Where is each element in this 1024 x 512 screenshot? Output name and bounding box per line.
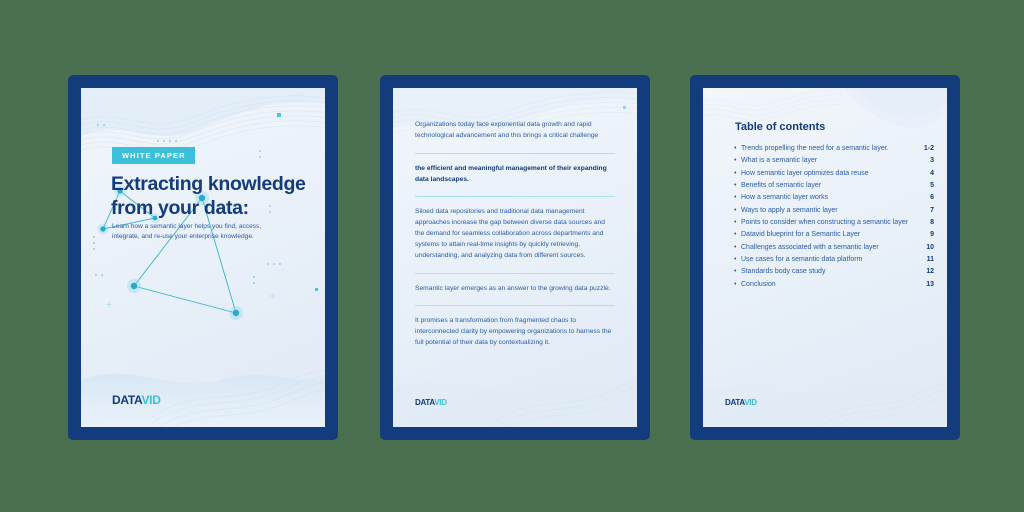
body-paragraph-2: the efficient and meaningful management …	[415, 164, 607, 183]
toc-entry-label: What is a semantic layer	[741, 157, 818, 165]
toc-entry[interactable]: • Ways to apply a semantic layer 7	[734, 205, 934, 216]
toc-entry[interactable]: • Use cases for a semantic data platform 1…	[734, 254, 934, 265]
logo-text-data: DATA	[725, 398, 745, 407]
toc-entry-page-number: 7	[930, 206, 934, 214]
bullet-icon: •	[734, 181, 737, 189]
document-page-toc[interactable]: Table of contents • Trends propelling the…	[690, 75, 960, 440]
bullet-icon: •	[734, 145, 737, 152]
toc-entry-label: Ways to apply a semantic layer	[741, 206, 838, 214]
bullet-icon: •	[734, 280, 737, 288]
toc-entry-label: Datavid blueprint for a Semantic Layer	[741, 231, 861, 239]
screenshot-stage: WHITE PAPER Extracting knowledge from yo…	[0, 0, 1024, 512]
toc-entry-label: How a semantic layer works	[741, 194, 829, 202]
toc-entry[interactable]: • What is a semantic layer 3	[734, 155, 934, 166]
toc-entry[interactable]: • Benefits of semantic layer 5	[734, 180, 934, 191]
toc-entry[interactable]: • Datavid blueprint for a Semantic Layer 9	[734, 229, 934, 240]
body-text-block: Organizations today face exponential dat…	[415, 120, 615, 349]
toc-entry[interactable]: • Trends propelling the need for a semant…	[734, 143, 934, 154]
toc-paper: Table of contents • Trends propelling the…	[703, 88, 947, 427]
toc-entry-page-number: 8	[930, 218, 934, 226]
toc-entry-label: Trends propelling the need for a semanti…	[741, 145, 889, 152]
toc-entry-page-number: 12	[926, 268, 934, 276]
toc-heading: Table of contents	[735, 121, 826, 133]
title-line-2: from your data:	[111, 196, 249, 219]
datavid-logo-toc: DATAVID	[725, 398, 757, 407]
toc-entry-page-number: 1-2	[923, 145, 934, 152]
logo-text-vid: VID	[744, 398, 757, 407]
toc-entry[interactable]: • Points to consider when constructing a …	[734, 217, 934, 228]
cover-decoration	[81, 88, 325, 427]
toc-entry-page-number: 4	[930, 169, 934, 177]
toc-entry-page-number: 3	[930, 157, 934, 165]
document-page-cover[interactable]: WHITE PAPER Extracting knowledge from yo…	[68, 75, 338, 440]
divider-3	[415, 272, 615, 274]
toc-entry[interactable]: • How semantic layer optimizes data reuse…	[734, 168, 934, 179]
white-paper-badge: WHITE PAPER	[112, 147, 195, 164]
toc-entry-page-number: 6	[930, 194, 934, 202]
toc-entry-label: Challenges associated with a semantic la…	[741, 243, 879, 251]
cover-paper: WHITE PAPER Extracting knowledge from yo…	[81, 88, 325, 427]
bullet-icon: •	[734, 255, 737, 263]
document-page-body[interactable]: Organizations today face exponential dat…	[380, 75, 650, 440]
toc-entry-label: Benefits of semantic layer	[741, 181, 822, 189]
toc-entry[interactable]: • Challenges associated with a semantic l…	[734, 242, 934, 253]
logo-text-vid: VID	[141, 393, 161, 407]
toc-entry[interactable]: • Conclusion 13	[734, 279, 934, 290]
divider-2	[415, 196, 615, 198]
logo-text-data: DATA	[415, 398, 435, 407]
bullet-icon: •	[734, 157, 737, 165]
toc-entry-label: Points to consider when constructing a s…	[741, 218, 908, 226]
body-paragraph-5: It promises a transformation from fragme…	[415, 317, 612, 347]
cover-subtitle: Learn how a semantic layer helps you fin…	[112, 223, 262, 241]
toc-entry[interactable]: • Standards body case study 12	[734, 266, 934, 277]
bullet-icon: •	[734, 268, 737, 276]
toc-entry-page-number: 13	[926, 280, 934, 288]
body-paragraph-1: Organizations today face exponential dat…	[415, 121, 599, 139]
bullet-icon: •	[734, 169, 737, 177]
toc-entry-page-number: 10	[926, 243, 934, 251]
divider-1	[415, 152, 615, 154]
datavid-logo: DATAVID	[112, 393, 161, 407]
toc-entry[interactable]: • How a semantic layer works 6	[734, 192, 934, 203]
toc-entry-label: Use cases for a semantic data platform	[741, 255, 863, 263]
bullet-icon: •	[734, 194, 737, 202]
toc-entry-label: Conclusion	[741, 280, 776, 288]
body-paragraph-3: Siloed data repositories and traditional…	[415, 208, 605, 259]
bullet-icon: •	[734, 206, 737, 214]
bullet-icon: •	[734, 243, 737, 251]
datavid-logo-body: DATAVID	[415, 398, 447, 407]
toc-entry-page-number: 5	[930, 181, 934, 189]
toc-entry-label: Standards body case study	[741, 268, 826, 276]
bullet-icon: •	[734, 218, 737, 226]
toc-list: • Trends propelling the need for a semant…	[734, 143, 934, 291]
divider-4	[415, 305, 615, 307]
toc-entry-page-number: 11	[926, 255, 934, 263]
bullet-icon: •	[734, 231, 737, 239]
logo-text-vid: VID	[434, 398, 447, 407]
toc-entry-label: How semantic layer optimizes data reuse	[741, 169, 869, 177]
body-paragraph-4: Semantic layer emerges as an answer to t…	[415, 284, 611, 292]
page-title: Extracting knowledge from your data:	[111, 173, 321, 221]
title-line-1: Extracting knowledge	[111, 173, 306, 195]
toc-entry-page-number: 9	[930, 231, 934, 239]
body-paper: Organizations today face exponential dat…	[393, 88, 637, 427]
logo-text-data: DATA	[112, 393, 142, 407]
